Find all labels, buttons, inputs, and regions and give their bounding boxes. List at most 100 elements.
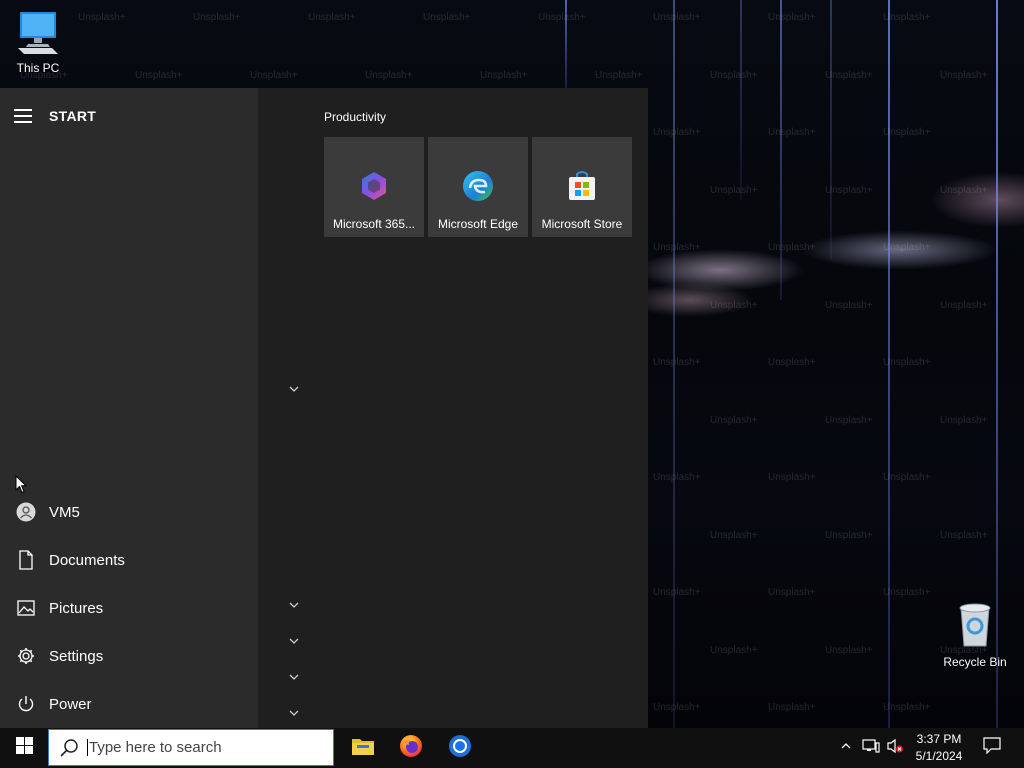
start-button[interactable] (0, 728, 48, 768)
volume-muted-icon (886, 738, 904, 759)
recycle-bin-icon (940, 602, 1010, 651)
watermark-text: Unsplash+ (825, 529, 873, 541)
taskbar-app-file-explorer[interactable] (339, 728, 387, 768)
watermark-text: Unsplash+ (940, 299, 988, 311)
watermark-text: Unsplash+ (883, 127, 931, 138)
search-input[interactable] (87, 739, 319, 756)
desktop-icon-label: This PC (16, 61, 60, 75)
chevron-down-icon[interactable] (288, 671, 300, 683)
clock-time: 3:37 PM (916, 732, 962, 746)
watermark-text: Unsplash+ (595, 69, 643, 81)
watermark-text: Unsplash+ (538, 12, 586, 23)
user-icon (15, 501, 37, 523)
watermark-text: Unsplash+ (768, 702, 816, 713)
taskbar-search-box[interactable] (48, 729, 334, 766)
tile-label: Microsoft 365... (332, 217, 416, 231)
start-nav-pictures[interactable]: Pictures (0, 588, 258, 628)
start-menu-sidebar: START VM5 Documents Pictures Settings Po… (0, 88, 258, 728)
start-menu-header[interactable]: START (14, 106, 96, 126)
watermark-text: Unsplash+ (768, 127, 816, 138)
tile-microsoft-365[interactable]: Microsoft 365... (324, 137, 424, 237)
watermark-text: Unsplash+ (710, 529, 758, 541)
taskbar-app-firefox[interactable] (387, 728, 435, 768)
start-nav-power[interactable]: Power (0, 684, 258, 724)
computer-icon (3, 10, 73, 57)
nav-item-label: Pictures (49, 599, 104, 617)
watermark-text: Unsplash+ (883, 357, 931, 368)
clock-date: 5/1/2024 (915, 749, 963, 763)
watermark-text: Unsplash+ (825, 644, 873, 656)
taskbar: 3:37 PM 5/1/2024 (0, 728, 1024, 768)
desktop-icon-this-pc[interactable]: This PC (3, 10, 73, 75)
start-menu: START VM5 Documents Pictures Settings Po… (0, 88, 648, 728)
watermark-text: Unsplash+ (768, 472, 816, 483)
nav-item-label: VM5 (49, 503, 80, 521)
watermark-text: Unsplash+ (653, 127, 701, 138)
nav-item-label: Power (49, 695, 92, 713)
watermark-text: Unsplash+ (710, 184, 758, 196)
watermark-text: Unsplash+ (653, 472, 701, 483)
taskbar-clock[interactable]: 3:37 PM 5/1/2024 (905, 731, 973, 765)
watermark-text: Unsplash+ (825, 299, 873, 311)
gear-icon (15, 645, 37, 667)
windows-logo-icon (15, 737, 33, 759)
watermark-text: Unsplash+ (193, 12, 241, 23)
watermark-text: Unsplash+ (883, 12, 931, 23)
watermark-text: Unsplash+ (825, 184, 873, 196)
watermark-text: Unsplash+ (883, 587, 931, 598)
watermark-text: Unsplash+ (423, 12, 471, 23)
firefox-icon (399, 734, 423, 763)
watermark-text: Unsplash+ (710, 414, 758, 426)
watermark-text: Unsplash+ (883, 242, 931, 253)
hamburger-icon[interactable] (14, 109, 32, 123)
action-center-button[interactable] (978, 728, 1006, 768)
tile-microsoft-edge[interactable]: Microsoft Edge (428, 137, 528, 237)
watermark-text: Unsplash+ (135, 69, 183, 81)
tile-microsoft-store[interactable]: Microsoft Store (532, 137, 632, 237)
watermark-text: Unsplash+ (883, 472, 931, 483)
mouse-cursor-icon (15, 474, 28, 499)
notification-icon (983, 737, 1001, 759)
start-nav-documents[interactable]: Documents (0, 540, 258, 580)
chevron-up-icon (840, 739, 852, 757)
network-tray-button[interactable] (860, 728, 882, 768)
watermark-text: Unsplash+ (940, 69, 988, 81)
edge-icon (461, 169, 495, 203)
watermark-text: Unsplash+ (480, 69, 528, 81)
watermark-text: Unsplash+ (768, 12, 816, 23)
watermark-text: Unsplash+ (653, 242, 701, 253)
watermark-text: Unsplash+ (250, 69, 298, 81)
volume-tray-button[interactable] (884, 728, 906, 768)
watermark-text: Unsplash+ (653, 357, 701, 368)
folder-icon (351, 736, 375, 761)
watermark-text: Unsplash+ (768, 357, 816, 368)
desktop-icon-label: Recycle Bin (943, 655, 1007, 669)
chevron-down-icon[interactable] (288, 707, 300, 719)
watermark-text: Unsplash+ (710, 299, 758, 311)
pictures-icon (15, 597, 37, 619)
watermark-text: Unsplash+ (653, 702, 701, 713)
watermark-text: Unsplash+ (710, 644, 758, 656)
desktop-icon-recycle-bin[interactable]: Recycle Bin (940, 602, 1010, 669)
watermark-text: Unsplash+ (825, 414, 873, 426)
watermark-text: Unsplash+ (940, 414, 988, 426)
start-nav-user[interactable]: VM5 (0, 492, 258, 532)
taskbar-app-chrome[interactable] (436, 728, 484, 768)
nav-item-label: Settings (49, 647, 104, 665)
tile-group-title: Productivity (324, 110, 387, 124)
tile-label: Microsoft Edge (437, 217, 519, 231)
network-icon (862, 738, 880, 759)
chevron-down-icon[interactable] (288, 383, 300, 395)
nav-item-label: Documents (49, 551, 125, 569)
search-icon (59, 738, 79, 758)
chevron-down-icon[interactable] (288, 599, 300, 611)
power-icon (15, 693, 37, 715)
watermark-text: Unsplash+ (768, 242, 816, 253)
watermark-text: Unsplash+ (940, 529, 988, 541)
start-nav-settings[interactable]: Settings (0, 636, 258, 676)
watermark-text: Unsplash+ (940, 184, 988, 196)
watermark-text: Unsplash+ (653, 12, 701, 23)
show-hidden-icons-button[interactable] (836, 728, 856, 768)
chevron-down-icon[interactable] (288, 635, 300, 647)
watermark-text: Unsplash+ (308, 12, 356, 23)
